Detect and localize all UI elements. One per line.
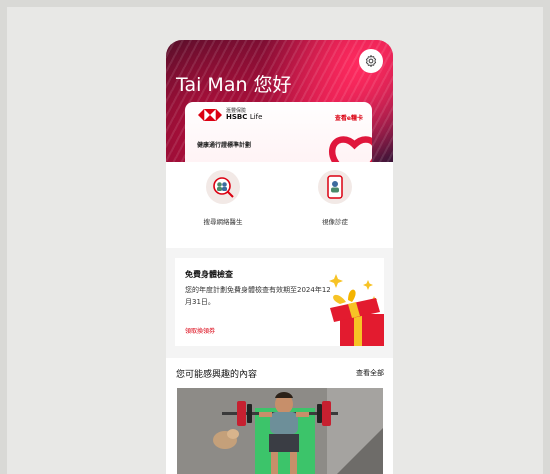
redeem-voucher-link[interactable]: 領取換領券 [185,326,215,335]
header-banner: Tai Man 您好 滙豐保險 HSBC Life 查看e糧卡 健康通行證標準計… [166,40,393,162]
gift-box-icon [329,274,384,346]
app-screen: Tai Man 您好 滙豐保險 HSBC Life 查看e糧卡 健康通行證標準計… [166,40,393,474]
doctor-search-icon [206,170,240,204]
hsbc-life-logo: 滙豐保險 HSBC Life [198,108,263,122]
view-all-link[interactable]: 查看全部 [356,368,384,378]
logo-english: HSBC Life [226,113,263,122]
video-consultation-icon [318,170,352,204]
promo-description: 您的年度計劃免費身體檢查有效期至2024年12月31日。 [185,286,331,306]
recommended-content-section: 您可能感興趣的內容 查看全部 [166,358,393,474]
membership-card[interactable]: 滙豐保險 HSBC Life 查看e糧卡 健康通行證標準計劃 [185,102,372,162]
promo-title: 免費身體檢查 [185,270,233,279]
video-consultation-button[interactable]: 視像診症 [300,170,370,226]
find-doctor-button[interactable]: 搜尋網絡醫生 [188,170,258,226]
plan-name: 健康通行證標準計劃 [197,142,252,149]
gear-icon [365,54,377,68]
settings-button[interactable] [359,49,383,73]
services-panel: 搜尋網絡醫生 視像診症 [166,162,393,248]
hsbc-hexagon-icon [198,109,222,122]
greeting-title: Tai Man 您好 [176,74,292,96]
view-ecard-link[interactable]: 查看e糧卡 [335,113,363,122]
heart-icon [328,136,372,162]
find-doctor-label: 搜尋網絡醫生 [203,218,243,226]
workout-photo[interactable] [177,388,383,474]
free-checkup-card[interactable]: 免費身體檢查 您的年度計劃免費身體檢查有效期至2024年12月31日。 領取換領… [175,258,384,346]
section-title: 您可能感興趣的內容 [176,370,258,380]
video-consultation-label: 視像診症 [322,218,348,226]
